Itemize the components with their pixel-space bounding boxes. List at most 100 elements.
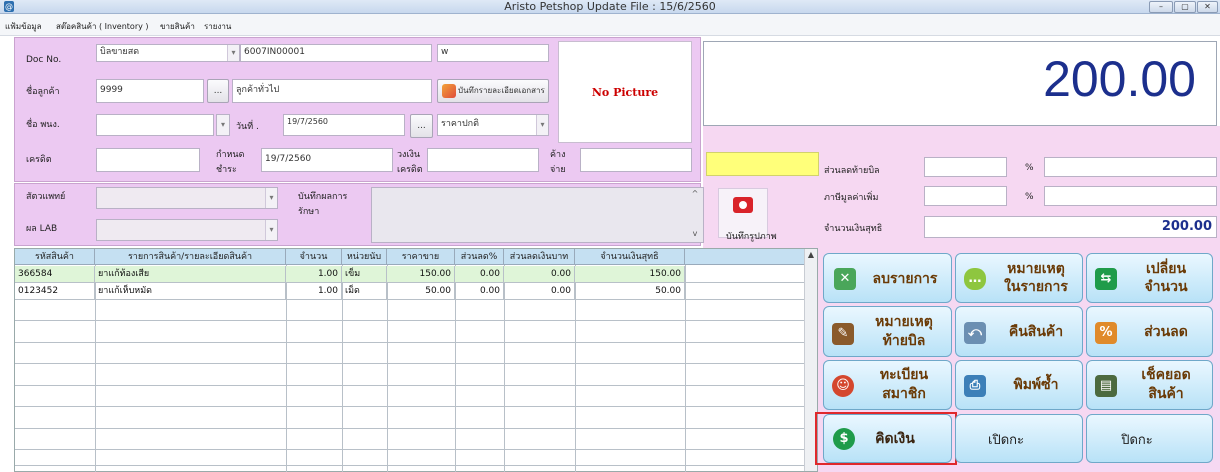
maximize-button[interactable]: ▢ — [1174, 1, 1196, 13]
outstanding-label-2: จ่าย — [550, 165, 566, 175]
product-picture-placeholder: No Picture — [558, 41, 692, 143]
delete-icon: ✕ — [834, 268, 856, 290]
change-qty-label-1: เปลี่ยน — [1145, 261, 1187, 277]
staff-dropdown[interactable]: ▾ — [216, 114, 230, 136]
lab-select[interactable]: ▾ — [96, 219, 278, 241]
row-2-discount-pct: 0.00 — [455, 283, 504, 299]
bill-discount-label: ส่วนลดท้ายบิล — [824, 166, 880, 176]
close-shift-button[interactable]: ปิดกะ — [1086, 414, 1213, 463]
register-label-2: สมาชิก — [882, 386, 926, 402]
customer-browse-button[interactable]: ... — [207, 79, 229, 103]
open-shift-button[interactable]: เปิดกะ — [955, 414, 1083, 463]
speech-bubble-icon: … — [964, 268, 986, 290]
reprint-button[interactable]: ⎙ พิมพ์ซ้ำ — [955, 360, 1083, 410]
bill-note-button[interactable]: ✎ หมายเหตุ ท้ายบิล — [823, 306, 952, 357]
bill-discount-value-input[interactable] — [924, 157, 1007, 177]
check-stock-button[interactable]: ▤ เช็คยอด สินค้า — [1086, 360, 1213, 410]
header-price[interactable]: ราคาขาย — [387, 249, 455, 265]
treatment-label-2: รักษา — [298, 207, 320, 217]
app-icon: @ — [4, 1, 14, 12]
staff-input[interactable] — [96, 114, 214, 136]
menu-inventory[interactable]: สต๊อคสินค้า ( Inventory ) — [56, 22, 149, 32]
date-picker-button[interactable]: ... — [410, 114, 433, 138]
vat-percent-label: % — [1025, 192, 1034, 202]
chevron-down-icon: ▾ — [227, 45, 239, 61]
header-qty[interactable]: จำนวน — [286, 249, 342, 265]
doc-code-input[interactable]: w — [437, 44, 549, 62]
header-blank — [685, 249, 804, 265]
header-unit[interactable]: หน่วยนับ — [342, 249, 387, 265]
menu-sales[interactable]: ขายสินค้า — [160, 22, 195, 32]
date-input[interactable]: 19/7/2560 — [283, 114, 405, 136]
register-member-button[interactable]: ☺ ทะเบียน สมาชิก — [823, 360, 952, 410]
row-2-qty: 1.00 — [286, 283, 342, 299]
row-1-unit: เข็ม — [342, 266, 387, 282]
row-1-discount-pct: 0.00 — [455, 266, 504, 282]
window-title: Aristo Petshop Update File : 15/6/2560 — [504, 0, 716, 13]
credit-limit-input[interactable] — [427, 148, 539, 172]
outstanding-input[interactable] — [580, 148, 692, 172]
scroll-up-icon[interactable]: ▲ — [805, 249, 817, 261]
customer-code-input[interactable]: 9999 — [96, 79, 204, 103]
header-net[interactable]: จำนวนเงินสุทธิ — [575, 249, 685, 265]
customer-name-input[interactable]: ลูกค้าทั่วไป — [232, 79, 432, 103]
vat-value-input[interactable] — [924, 186, 1007, 206]
vet-label: สัตวแพทย์ — [26, 192, 66, 202]
credit-limit-label-1: วงเงิน — [397, 150, 421, 160]
printer-icon: ⎙ — [964, 375, 986, 397]
header-code[interactable]: รหัสสินค้า — [15, 249, 95, 265]
treatment-notes-textarea[interactable] — [371, 187, 704, 243]
header-discount-pct[interactable]: ส่วนลด% — [455, 249, 504, 265]
bill-discount-percent-input[interactable] — [1044, 157, 1217, 177]
treatment-label-1: บันทึกผลการ — [298, 192, 348, 202]
delete-item-label: ลบรายการ — [872, 271, 938, 287]
due-date-input[interactable]: 19/7/2560 — [261, 148, 393, 172]
delete-item-button[interactable]: ✕ ลบรายการ — [823, 253, 952, 303]
credit-input[interactable] — [96, 148, 200, 172]
menu-file[interactable]: แฟ้มข้อมูล — [5, 22, 42, 32]
staff-label: ชื่อ พนง. — [26, 120, 60, 130]
doc-no-input[interactable]: 6007IN00001 — [240, 44, 432, 62]
close-shift-label: ปิดกะ — [1121, 433, 1153, 448]
pencil-icon — [442, 84, 456, 98]
check-stock-label-1: เช็คยอด — [1141, 367, 1191, 383]
menu-reports[interactable]: รายงาน — [204, 22, 231, 32]
register-label-1: ทะเบียน — [879, 367, 929, 383]
camera-icon — [733, 197, 753, 213]
price-type-value: ราคาปกติ — [438, 115, 536, 135]
price-type-select[interactable]: ราคาปกติ ▾ — [437, 114, 549, 136]
item-note-button[interactable]: … หมายเหตุ ในรายการ — [955, 253, 1083, 303]
row-2-code: 0123452 — [15, 283, 95, 299]
change-qty-button[interactable]: ⇆ เปลี่ยน จำนวน — [1086, 253, 1213, 303]
discount-button[interactable]: % ส่วนลด — [1086, 306, 1213, 357]
return-icon: ⤺ — [964, 322, 986, 344]
return-goods-button[interactable]: ⤺ คืนสินค้า — [955, 306, 1083, 357]
close-button[interactable]: ✕ — [1197, 1, 1218, 13]
row-2-description: ยาแก้เห็บหมัด — [95, 283, 286, 299]
reprint-label: พิมพ์ซ้ำ — [1013, 377, 1059, 393]
status-indicator — [706, 152, 819, 176]
tag-icon: % — [1095, 322, 1117, 344]
row-1-qty: 1.00 — [286, 266, 342, 282]
change-qty-label-2: จำนวน — [1144, 279, 1188, 295]
save-details-button[interactable]: บันทึกรายละเอียดเอกสาร — [437, 79, 549, 103]
save-details-label: บันทึกรายละเอียดเอกสาร — [458, 86, 545, 95]
open-shift-label: เปิดกะ — [988, 433, 1024, 448]
header-discount-baht[interactable]: ส่วนลดเงินบาท — [504, 249, 575, 265]
clipboard-icon: ▤ — [1095, 375, 1117, 397]
treatment-scrollbar[interactable]: ^ v — [689, 189, 701, 241]
check-stock-label-2: สินค้า — [1148, 386, 1184, 402]
customer-label: ชื่อลูกค้า — [26, 87, 60, 97]
chevron-down-icon: ▾ — [265, 188, 277, 208]
minimize-button[interactable]: – — [1149, 1, 1173, 13]
net-amount-value: 200.00 — [924, 216, 1217, 238]
net-amount-label: จำนวนเงินสุทธิ — [824, 224, 883, 234]
photo-button[interactable] — [718, 188, 768, 238]
item-note-label-1: หมายเหตุ — [1007, 261, 1065, 277]
row-1-discount-baht: 0.00 — [504, 266, 575, 282]
vet-select[interactable]: ▾ — [96, 187, 278, 209]
vat-percent-input[interactable] — [1044, 186, 1217, 206]
header-description[interactable]: รายการสินค้า/รายละเอียดสินค้า — [95, 249, 286, 265]
doc-type-select[interactable]: บิลขายสด ▾ — [96, 44, 240, 62]
notebook-icon: ✎ — [832, 323, 854, 345]
